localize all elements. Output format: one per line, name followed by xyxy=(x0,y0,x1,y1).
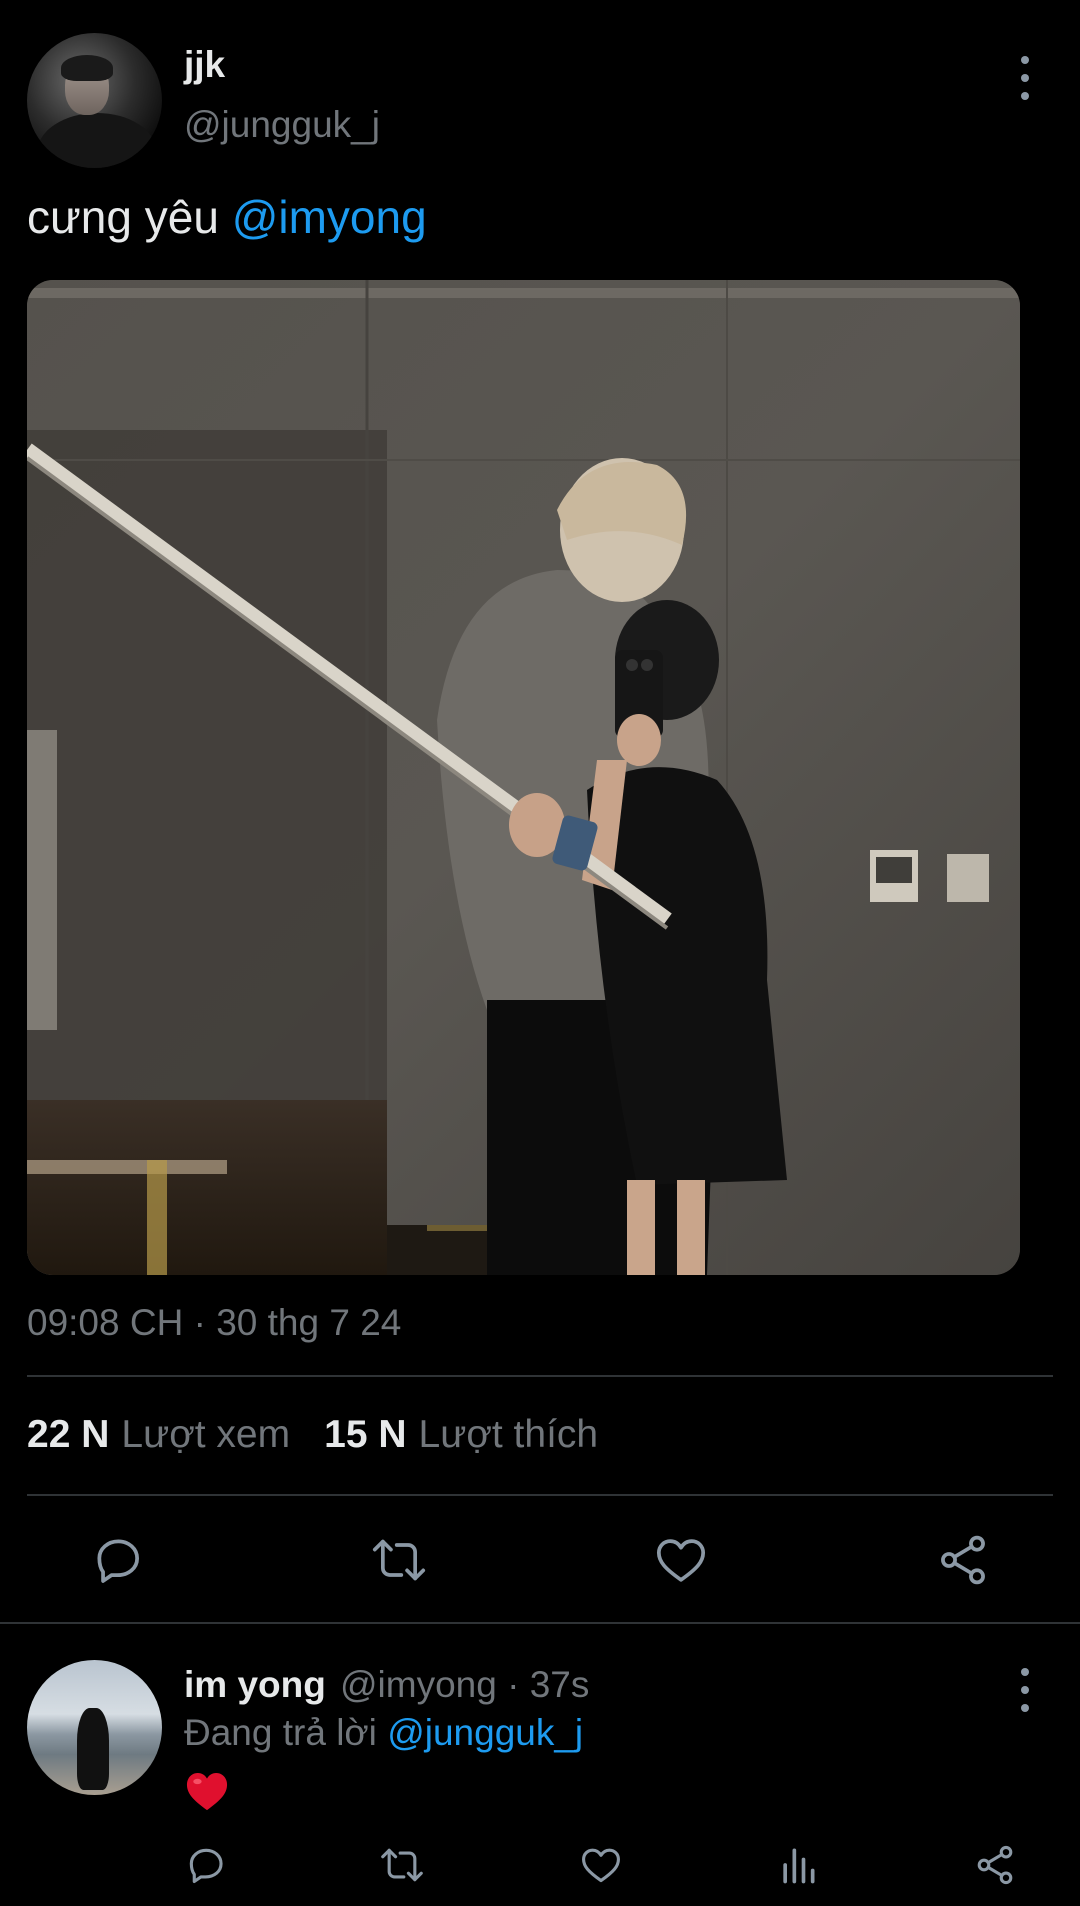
tweet-text: cưng yêu @imyong xyxy=(27,190,427,244)
tweet-mention-link[interactable]: @imyong xyxy=(232,191,427,243)
views-count[interactable]: 22 N xyxy=(27,1413,109,1456)
tweet-text-body: cưng yêu xyxy=(27,191,232,243)
retweet-icon[interactable] xyxy=(369,1532,429,1588)
reply-more-vertical-icon[interactable] xyxy=(1012,1668,1038,1712)
author-handle[interactable]: @jungguk_j xyxy=(184,104,380,146)
tweet-photo[interactable] xyxy=(27,280,1020,1275)
tweet-stats: 22 N Lượt xem 15 N Lượt thích xyxy=(27,1413,632,1457)
avatar-body-shape xyxy=(37,113,157,168)
divider xyxy=(27,1494,1053,1496)
replying-to-context: Đang trả lời @jungguk_j xyxy=(184,1712,583,1754)
tweet-timestamp[interactable]: 09:08 CH · 30 thg 7 24 xyxy=(27,1302,401,1344)
replying-to-prefix: Đang trả lời xyxy=(184,1712,388,1753)
avatar-hair-shape xyxy=(61,55,113,81)
share-icon[interactable] xyxy=(935,1532,991,1588)
author-name[interactable]: jjk xyxy=(184,44,225,86)
divider xyxy=(0,1622,1080,1624)
likes-label[interactable]: Lượt thích xyxy=(419,1413,599,1456)
divider xyxy=(27,1375,1053,1377)
reply-text-red-heart-emoji xyxy=(184,1770,230,1817)
reply-author-name[interactable]: im yong xyxy=(184,1664,326,1706)
comment-icon[interactable] xyxy=(90,1532,146,1588)
heart-icon[interactable] xyxy=(653,1532,709,1588)
views-label[interactable]: Lượt xem xyxy=(121,1413,290,1456)
reply-heart-icon[interactable] xyxy=(579,1843,623,1887)
reply-retweet-icon[interactable] xyxy=(378,1843,426,1887)
reply-handle-time[interactable]: @imyong · 37s xyxy=(340,1664,589,1706)
mirror-selfie-illustration xyxy=(27,280,1020,1275)
reply-author-avatar[interactable] xyxy=(27,1660,162,1795)
reply-share-icon[interactable] xyxy=(973,1843,1017,1887)
likes-count[interactable]: 15 N xyxy=(324,1413,406,1456)
replying-to-handle[interactable]: @jungguk_j xyxy=(387,1712,583,1753)
author-avatar[interactable] xyxy=(27,33,162,168)
avatar-figure-shape xyxy=(77,1708,109,1790)
analytics-icon[interactable] xyxy=(776,1843,820,1887)
reply-comment-icon[interactable] xyxy=(184,1843,228,1887)
more-vertical-icon[interactable] xyxy=(1012,56,1038,100)
